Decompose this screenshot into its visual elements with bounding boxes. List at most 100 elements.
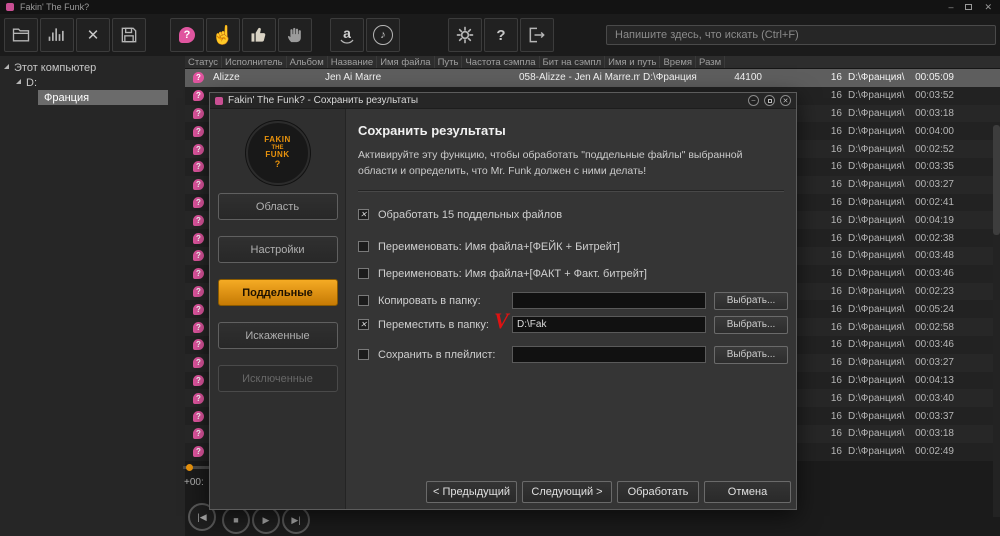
cell-time: 00:02:38 [915, 232, 954, 244]
table-row-selected[interactable]: ? Alizze Jen Ai Marre 058-Alizze - Jen A… [185, 69, 1000, 87]
checkbox[interactable]: ✕ [358, 295, 369, 306]
column-header[interactable]: Имя файла [377, 56, 435, 68]
column-header[interactable]: Статус [185, 56, 223, 68]
amazon-icon: a [340, 26, 354, 45]
filter-good-button[interactable] [242, 18, 276, 52]
cell-time: 00:02:58 [915, 321, 954, 333]
dialog-action-button[interactable]: < Предыдущий [426, 481, 517, 503]
dialog-action-button[interactable]: Следующий > [522, 481, 612, 503]
stop-button[interactable]: ■ [222, 506, 250, 534]
minimize-icon[interactable]: – [948, 2, 953, 12]
cell-name-path: D:\Франция\ [848, 143, 905, 155]
help-button[interactable]: ? [484, 18, 518, 52]
checkbox[interactable]: ✕ [358, 349, 369, 360]
expand-triangle-icon[interactable] [4, 64, 9, 69]
nav-button-label: Поддельные [242, 286, 313, 299]
maximize-icon[interactable] [965, 4, 973, 10]
scrollbar-thumb[interactable] [993, 125, 1000, 235]
fake-status-icon: ? [193, 446, 204, 458]
folder-path-input[interactable] [512, 346, 706, 363]
seek-slider[interactable] [183, 464, 209, 471]
dialog-content: Сохранить результаты Активируйте эту фун… [345, 109, 796, 509]
amazon-lookup-button[interactable]: a [330, 18, 364, 52]
column-header[interactable]: Разм [696, 56, 726, 68]
column-header[interactable]: Альбом [287, 56, 328, 68]
fake-status-icon: ? [193, 250, 204, 262]
folder-path-input[interactable] [512, 316, 706, 333]
dialog-nav-button[interactable]: Настройки [217, 236, 338, 263]
dialog-action-button[interactable]: Отмена [704, 481, 791, 503]
option-row: ✕ Сохранить в плейлист: Выбрать... [358, 345, 788, 364]
close-icon[interactable]: ✕ [984, 2, 992, 12]
option-row: ✕ Переместить в папку: V Выбрать... [358, 308, 788, 334]
tree-node[interactable]: Франция [38, 90, 168, 105]
cell-time: 00:05:24 [915, 303, 954, 315]
checkbox[interactable]: ✕ [358, 319, 369, 330]
analyze-button[interactable] [40, 18, 74, 52]
save-button[interactable] [112, 18, 146, 52]
browse-button[interactable]: Выбрать... [714, 291, 788, 310]
itunes-lookup-button[interactable]: ♪ [366, 18, 400, 52]
cell-size [957, 69, 1000, 87]
cell-time: 00:02:41 [915, 196, 954, 208]
option-label: Переименовать: Имя файла+[ФАКТ + Факт. б… [378, 267, 647, 280]
option-label: Обработать 15 поддельных файлов [378, 208, 563, 221]
tree-node[interactable]: D: [0, 75, 185, 90]
gear-icon [455, 25, 475, 45]
filter-fake-button[interactable]: ? [170, 18, 204, 52]
fake-status-icon: ? [193, 428, 204, 440]
checkbox[interactable]: ✕ [358, 268, 369, 279]
column-header[interactable]: Путь [435, 56, 463, 68]
cell-time: 00:03:48 [915, 250, 954, 262]
dialog-action-buttons: < Предыдущий Следующий > Обработать Отмена [426, 481, 791, 503]
next-track-button[interactable]: ▶| [282, 506, 310, 534]
column-header[interactable]: Название [328, 56, 378, 68]
dialog-nav-button[interactable]: Искаженные [217, 322, 338, 349]
dialog-nav-button[interactable]: Исключенные [217, 365, 338, 392]
folder-path-input[interactable] [512, 292, 706, 309]
dialog-maximize-icon[interactable] [764, 95, 775, 106]
dialog-titlebar[interactable]: Fakin' The Funk? - Сохранить результаты … [210, 93, 796, 109]
exit-button[interactable] [520, 18, 554, 52]
red-v-annotation: V [494, 307, 509, 333]
filter-manual-button[interactable] [278, 18, 312, 52]
browse-button[interactable]: Выбрать... [714, 315, 788, 334]
next-icon: ▶| [291, 514, 301, 525]
play-button[interactable]: ▶ [252, 506, 280, 534]
column-header[interactable]: Исполнитель [222, 56, 287, 68]
fake-status-icon: ? [193, 125, 204, 137]
dialog-minimize-icon[interactable]: – [748, 95, 759, 106]
fake-status-icon: ? [193, 90, 204, 102]
fake-status-icon: ? [193, 107, 204, 119]
checkbox[interactable]: ✕ [358, 241, 369, 252]
clear-list-button[interactable]: ✕ [76, 18, 110, 52]
cell-time: 00:03:18 [915, 107, 954, 119]
browse-button[interactable]: Выбрать... [714, 345, 788, 364]
open-folder-button[interactable] [4, 18, 38, 52]
fake-status-icon: ? [193, 410, 204, 422]
cell-sample-rate: 44100 [734, 72, 762, 84]
tree-node[interactable]: Этот компьютер [0, 60, 185, 75]
search-input[interactable] [606, 25, 996, 45]
fake-status-icon: ? [193, 321, 204, 333]
cell-time: 00:03:40 [915, 392, 954, 404]
dialog-app-icon [215, 96, 223, 105]
dialog-nav-button[interactable]: Область [217, 193, 338, 220]
cell-time: 00:04:19 [915, 214, 954, 226]
option-label: Переместить в папку: [378, 318, 489, 331]
dialog-close-icon[interactable]: ✕ [780, 95, 791, 106]
checkbox[interactable]: ✕ [358, 209, 369, 220]
dialog-action-button[interactable]: Обработать [617, 481, 699, 503]
dialog-nav-button[interactable]: Поддельные [217, 279, 338, 306]
thumbs-up-icon [249, 25, 269, 45]
column-header[interactable]: Частота сэмпла [462, 56, 540, 68]
settings-button[interactable] [448, 18, 482, 52]
column-header[interactable]: Бит на сэмпл [540, 56, 606, 68]
tree-node-label: Франция [44, 91, 90, 104]
filter-suspect-button[interactable]: ☝ [206, 18, 240, 52]
column-header[interactable]: Имя и путь [605, 56, 661, 68]
slider-knob[interactable] [186, 464, 193, 471]
column-header[interactable]: Время [660, 56, 697, 68]
vertical-scrollbar[interactable] [993, 125, 1000, 517]
expand-triangle-icon[interactable] [16, 79, 21, 84]
